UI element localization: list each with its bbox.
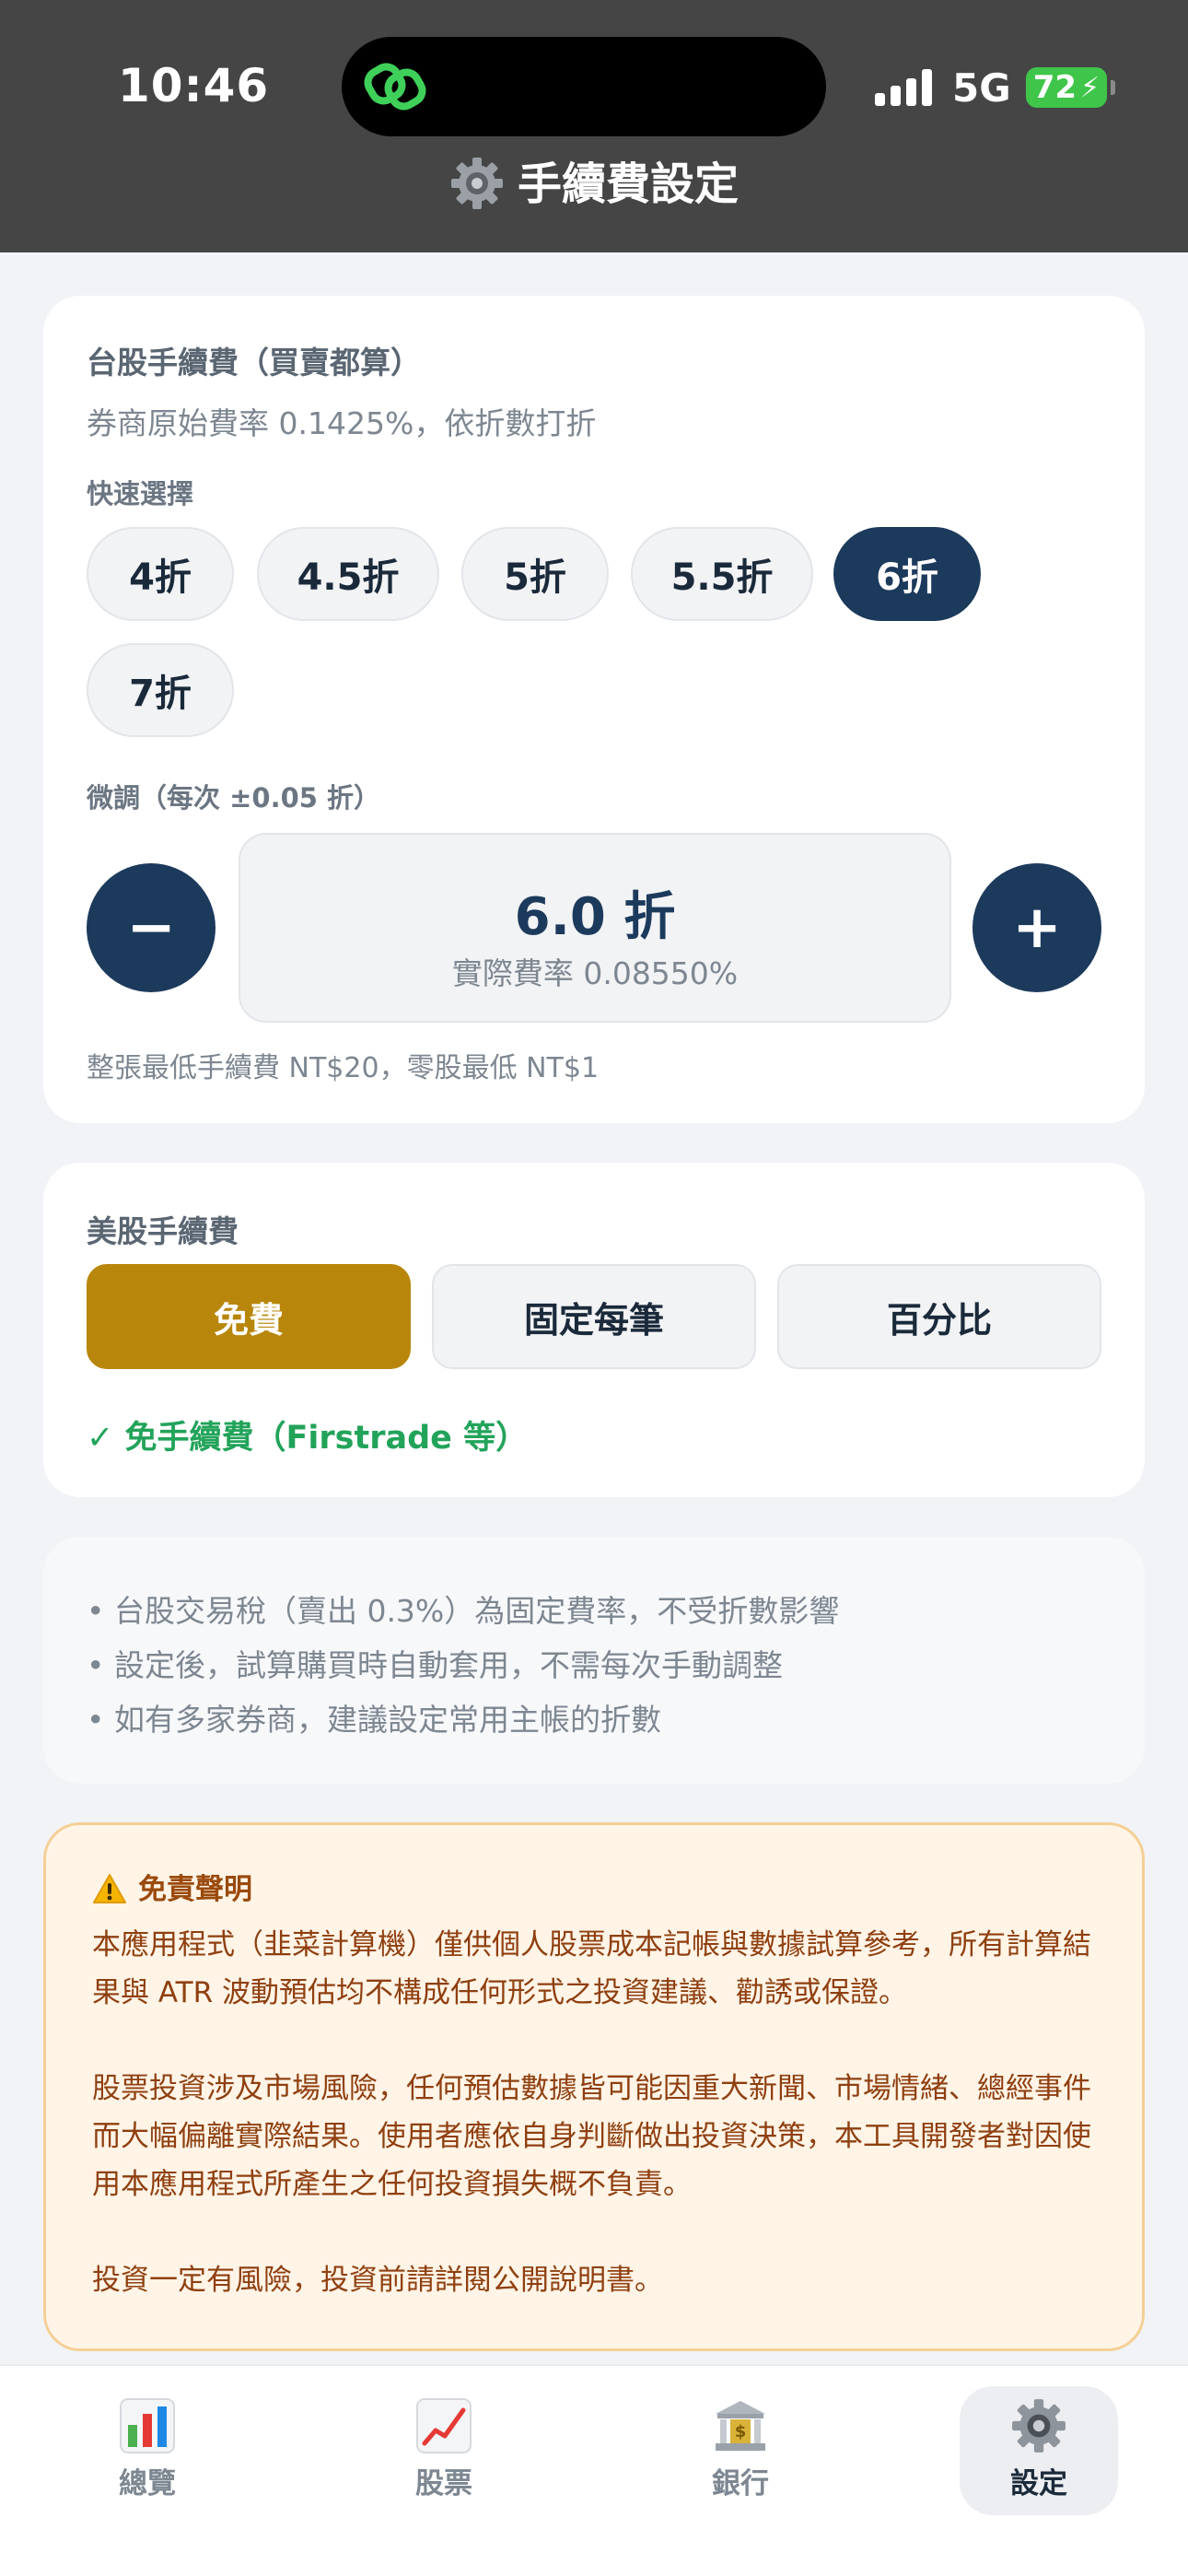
gear-icon [1012,2399,1066,2453]
discount-option-4[interactable]: 4折 [87,527,234,621]
bank-icon: $ [716,2401,765,2451]
tab-label: 總覽 [119,2467,176,2500]
tab-settings[interactable]: 設定 [960,2386,1118,2515]
tab-label: 銀行 [712,2467,769,2500]
tw-fee-subtitle: 券商原始費率 0.1425%，依折數打折 [87,405,597,441]
notes-card: • 台股交易稅（賣出 0.3%）為固定費率，不受折數影響 • 設定後，試算購買時… [43,1537,1145,1784]
discount-value-display: 6.0 折 實際費率 0.08550% [239,833,951,1023]
disclaimer-title: 免責聲明 [92,1866,252,1907]
page-title: 手續費設定 [0,147,1188,212]
app-header: 10:46 5G 72 ⚡ 手續費設定 [0,0,1188,252]
disclaimer-paragraph: 股票投資涉及市場風險，任何預估數據皆可能因重大新聞、市場情緒、總經事件而大幅偏離… [92,2072,1091,2201]
quick-select-label: 快速選擇 [87,478,194,509]
tab-overview[interactable]: 總覽 [68,2386,227,2515]
disclaimer-title-text: 免責聲明 [138,1873,252,1906]
us-fee-title: 美股手續費 [87,1213,239,1249]
us-fee-card: 美股手續費 免費 固定每筆 百分比 ✓ 免手續費（Firstrade 等） [43,1163,1145,1497]
fine-tune-label: 微調（每次 ±0.05 折） [87,782,381,814]
discount-value: 6.0 折 [514,887,676,947]
status-time: 10:46 [118,59,270,112]
free-fee-note: ✓ 免手續費（Firstrade 等） [87,1420,529,1457]
us-fee-option-free[interactable]: 免費 [87,1264,411,1369]
actual-rate: 實際費率 0.08550% [451,955,739,991]
note-item: • 台股交易稅（賣出 0.3%）為固定費率，不受折數影響 [87,1593,840,1629]
discount-option-7[interactable]: 7折 [87,643,234,737]
status-indicators: 5G 72 ⚡ [875,64,1115,111]
tw-fee-card: 台股手續費（買賣都算） 券商原始費率 0.1425%，依折數打折 快速選擇 4折… [43,296,1145,1123]
dynamic-island [342,37,826,136]
charging-icon: ⚡ [1080,71,1101,104]
note-item: • 設定後，試算購買時自動套用，不需每次手動調整 [87,1647,783,1683]
bottom-tab-bar: 總覽 股票 $ 銀行 設定 [0,2364,1188,2576]
tab-bank[interactable]: $ 銀行 [661,2386,820,2515]
page-title-text: 手續費設定 [517,158,739,210]
network-label: 5G [952,64,1011,111]
svg-text:$: $ [735,2422,747,2441]
battery-level: 72 [1032,69,1077,106]
disclaimer-card: 免責聲明 本應用程式（韭菜計算機）僅供個人股票成本記帳與數據試算參考，所有計算結… [43,1822,1145,2351]
tab-label: 設定 [1010,2467,1067,2500]
min-fee-note: 整張最低手續費 NT$20，零股最低 NT$1 [87,1052,600,1084]
tab-label: 股票 [415,2467,472,2500]
us-fee-option-fixed[interactable]: 固定每筆 [432,1264,756,1369]
note-item: • 如有多家券商，建議設定常用主帳的折數 [87,1702,661,1738]
increase-button[interactable]: + [973,863,1101,992]
trend-chart-icon [416,2398,472,2453]
signal-icon [875,69,932,106]
warning-icon [93,1873,126,1903]
bar-chart-icon [120,2398,175,2453]
discount-option-4-5[interactable]: 4.5折 [257,527,439,621]
disclaimer-paragraph: 本應用程式（韭菜計算機）僅供個人股票成本記帳與數據試算參考，所有計算結果與 AT… [92,1928,1091,2009]
tab-stocks[interactable]: 股票 [365,2386,523,2515]
gear-icon [450,158,503,209]
us-fee-option-percent[interactable]: 百分比 [777,1264,1101,1369]
battery-icon: 72 ⚡ [1025,67,1115,108]
discount-option-6[interactable]: 6折 [833,527,981,621]
tw-fee-title: 台股手續費（買賣都算） [87,345,421,381]
link-icon [364,63,426,111]
disclaimer-paragraph: 投資一定有風險，投資前請詳閱公開說明書。 [92,2264,663,2297]
discount-option-5[interactable]: 5折 [461,527,609,621]
discount-option-5-5[interactable]: 5.5折 [631,527,813,621]
decrease-button[interactable]: − [87,863,215,992]
